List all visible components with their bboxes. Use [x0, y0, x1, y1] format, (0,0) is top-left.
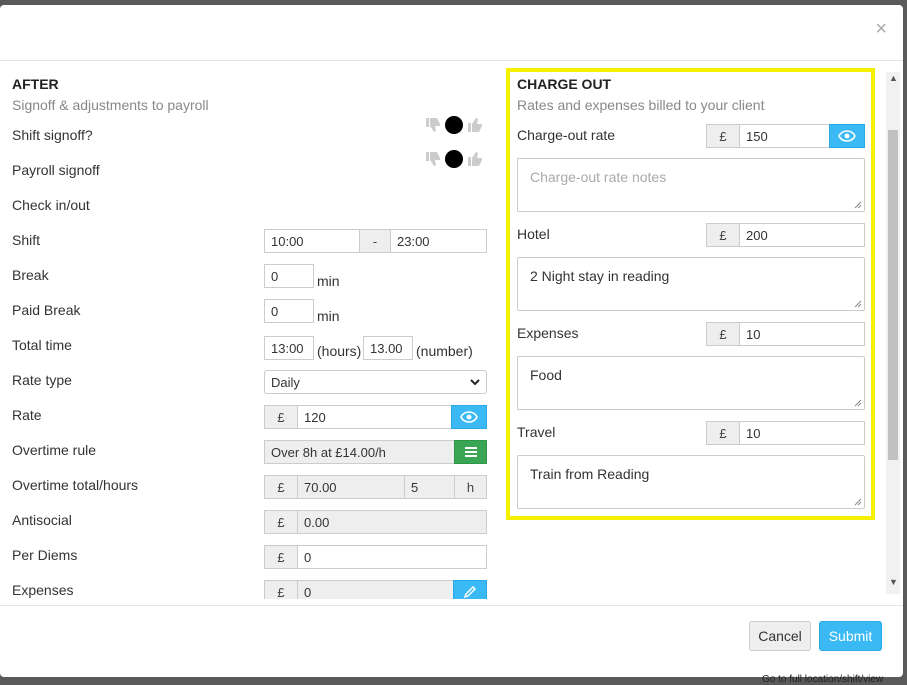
overtime-total-input[interactable]: 70.00	[297, 475, 405, 499]
scrollbar-thumb[interactable]	[888, 130, 898, 460]
rate-currency: £	[264, 405, 298, 429]
charge-out-highlight	[506, 68, 875, 520]
expenses-edit-button[interactable]	[453, 580, 487, 599]
per-diems-label: Per Diems	[12, 547, 78, 563]
expenses-input[interactable]: 0	[297, 580, 454, 599]
after-subtitle: Signoff & adjustments to payroll	[12, 97, 209, 113]
expenses-label: Expenses	[12, 582, 74, 598]
rate-type-select[interactable]: Daily	[264, 370, 487, 394]
shift-signoff-toggle[interactable]	[423, 115, 485, 135]
shift-modal: × AFTER Signoff & adjustments to payroll…	[0, 5, 903, 677]
antisocial-label: Antisocial	[12, 512, 72, 528]
antisocial-input[interactable]: 0.00	[297, 510, 487, 534]
paid-break-label: Paid Break	[12, 302, 81, 318]
chevron-down-icon	[470, 379, 480, 386]
overtime-total-label: Overtime total/hours	[12, 477, 139, 493]
total-hours-unit: (hours)	[317, 343, 362, 359]
per-diems-currency: £	[264, 545, 298, 569]
shift-end-input[interactable]: 23:00	[390, 229, 487, 253]
close-icon[interactable]: ×	[875, 19, 887, 39]
scroll-down-icon[interactable]: ▼	[889, 577, 898, 587]
per-diems-input[interactable]: 0	[297, 545, 487, 569]
shift-signoff-label: Shift signoff?	[12, 127, 93, 143]
footer-divider	[0, 605, 903, 606]
total-time-label: Total time	[12, 337, 72, 353]
paid-break-unit: min	[317, 308, 340, 324]
toggle-knob[interactable]	[445, 150, 463, 168]
check-in-out-label: Check in/out	[12, 197, 90, 213]
total-number-input[interactable]: 13.00	[363, 336, 413, 360]
list-icon	[464, 447, 477, 457]
overtime-hours-input[interactable]: 5	[404, 475, 455, 499]
toggle-knob[interactable]	[445, 116, 463, 134]
total-hours-input[interactable]: 13:00	[264, 336, 314, 360]
background-link[interactable]: Go to full location/shift/view	[762, 674, 883, 685]
break-input[interactable]: 0	[264, 264, 314, 288]
break-unit: min	[317, 273, 340, 289]
payroll-signoff-toggle[interactable]	[423, 149, 485, 169]
thumbs-up-icon[interactable]	[465, 149, 485, 169]
thumbs-down-icon[interactable]	[423, 149, 443, 169]
rate-visibility-button[interactable]	[451, 405, 487, 429]
total-number-unit: (number)	[416, 343, 473, 359]
after-title: AFTER	[12, 76, 59, 92]
edit-icon	[463, 585, 477, 599]
overtime-rule-label: Overtime rule	[12, 442, 97, 458]
scroll-up-icon[interactable]: ▲	[889, 73, 898, 83]
shift-label: Shift	[12, 232, 41, 248]
overtime-currency: £	[264, 475, 298, 499]
break-label: Break	[12, 267, 49, 283]
paid-break-input[interactable]: 0	[264, 299, 314, 323]
rate-type-value: Daily	[271, 374, 300, 390]
thumbs-down-icon[interactable]	[423, 115, 443, 135]
thumbs-up-icon[interactable]	[465, 115, 485, 135]
antisocial-currency: £	[264, 510, 298, 534]
overtime-rule-input[interactable]: Over 8h at £14.00/h	[264, 440, 455, 464]
overtime-hours-unit: h	[454, 475, 487, 499]
rate-input[interactable]: 120	[297, 405, 452, 429]
rate-label: Rate	[12, 407, 42, 423]
shift-separator: -	[359, 229, 391, 253]
overtime-rule-menu-button[interactable]	[454, 440, 487, 464]
cancel-button[interactable]: Cancel	[749, 621, 811, 651]
submit-button[interactable]: Submit	[819, 621, 882, 651]
payroll-signoff-label: Payroll signoff	[12, 162, 100, 178]
rate-type-label: Rate type	[12, 372, 72, 388]
eye-icon	[460, 411, 478, 423]
expenses-currency: £	[264, 580, 298, 599]
shift-start-input[interactable]: 10:00	[264, 229, 360, 253]
